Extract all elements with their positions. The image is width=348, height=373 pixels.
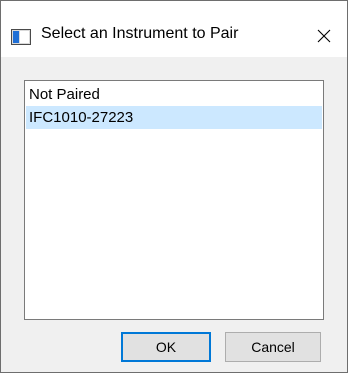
close-icon — [317, 29, 331, 43]
list-item-not-paired[interactable]: Not Paired — [26, 83, 322, 106]
dialog-title: Select an Instrument to Pair — [41, 25, 239, 42]
list-item-ifc1010-27223[interactable]: IFC1010-27223 — [26, 106, 322, 129]
app-window-icon — [11, 29, 31, 45]
cancel-button[interactable]: Cancel — [225, 332, 321, 362]
instrument-list[interactable]: Not Paired IFC1010-27223 — [24, 80, 324, 320]
close-button[interactable] — [301, 15, 347, 57]
ok-button[interactable]: OK — [121, 332, 211, 362]
title-bar[interactable]: Select an Instrument to Pair — [1, 1, 347, 57]
dialog-window: Select an Instrument to Pair Not Paired … — [0, 0, 348, 373]
